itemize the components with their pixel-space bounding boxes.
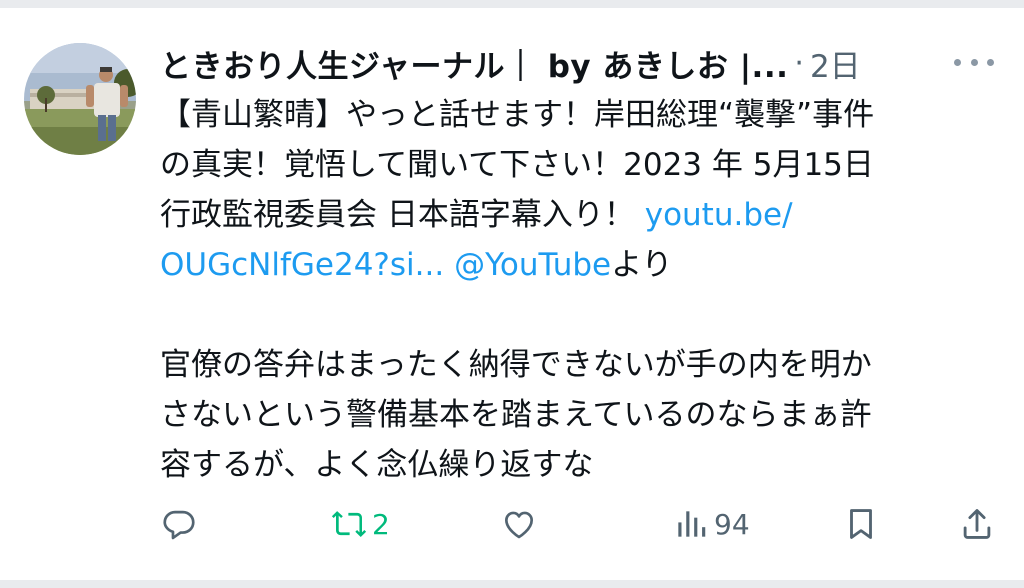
tweet-line: さないという警備基本を踏まえているのならまぁ許	[160, 397, 872, 433]
reply-button[interactable]	[160, 502, 198, 546]
mention-link[interactable]: @YouTube	[454, 247, 611, 283]
bookmark-button[interactable]	[842, 502, 880, 546]
bookmark-icon	[850, 509, 872, 539]
top-border	[0, 0, 1024, 8]
bottom-border	[0, 580, 1024, 588]
retweet-icon	[331, 511, 367, 537]
avatar-photo	[24, 43, 136, 155]
tweet-line: 官僚の答弁はまったく納得できないが手の内を明か	[160, 347, 872, 383]
share-button[interactable]	[958, 502, 996, 546]
share-icon	[963, 509, 991, 539]
tweet-line-text: より	[611, 247, 673, 283]
views-count: 94	[714, 507, 750, 541]
reply-icon	[163, 510, 195, 540]
header-separator: ·	[794, 45, 804, 81]
tweet-link[interactable]: youtu.be/	[645, 197, 793, 233]
tweet-line: の真実！覚悟して聞いて下さい！2023 年 5月15日	[160, 147, 874, 183]
tweet-line: 【青山繁晴】やっと話せます！岸田総理“襲撃”事件	[160, 97, 875, 133]
tweet-line: 容するが、よく念仏繰り返すな	[160, 447, 594, 483]
timestamp[interactable]: 2日	[810, 41, 861, 86]
author-name[interactable]: ときおり人生ジャーナル｜ by あきしお |...	[160, 41, 788, 86]
tweet-space	[444, 247, 454, 283]
views-button[interactable]: 94	[672, 502, 750, 546]
tweet-card[interactable]: ときおり人生ジャーナル｜ by あきしお |... · 2日 【青山繁晴】やっと…	[0, 8, 1024, 580]
views-icon	[678, 511, 706, 537]
more-options-icon[interactable]	[954, 54, 994, 70]
tweet-line: OUGcNlfGe24?si... @YouTubeより	[160, 240, 1000, 290]
avatar[interactable]	[24, 43, 136, 155]
tweet-header: ときおり人生ジャーナル｜ by あきしお |... · 2日	[160, 36, 861, 90]
retweet-count: 2	[372, 507, 390, 541]
tweet-line: 行政監視委員会 日本語字幕入り！ youtu.be/	[160, 190, 1000, 240]
action-bar: 2 94	[0, 502, 1024, 546]
retweet-button[interactable]: 2	[330, 502, 390, 546]
like-button[interactable]	[500, 502, 538, 546]
heart-icon	[504, 511, 534, 539]
tweet-text: 【青山繁晴】やっと話せます！岸田総理“襲撃”事件 の真実！覚悟して聞いて下さい！…	[160, 90, 1000, 490]
tweet-line-text: 行政監視委員会 日本語字幕入り！	[160, 197, 645, 233]
tweet-link-cont[interactable]: OUGcNlfGe24?si...	[160, 247, 444, 283]
